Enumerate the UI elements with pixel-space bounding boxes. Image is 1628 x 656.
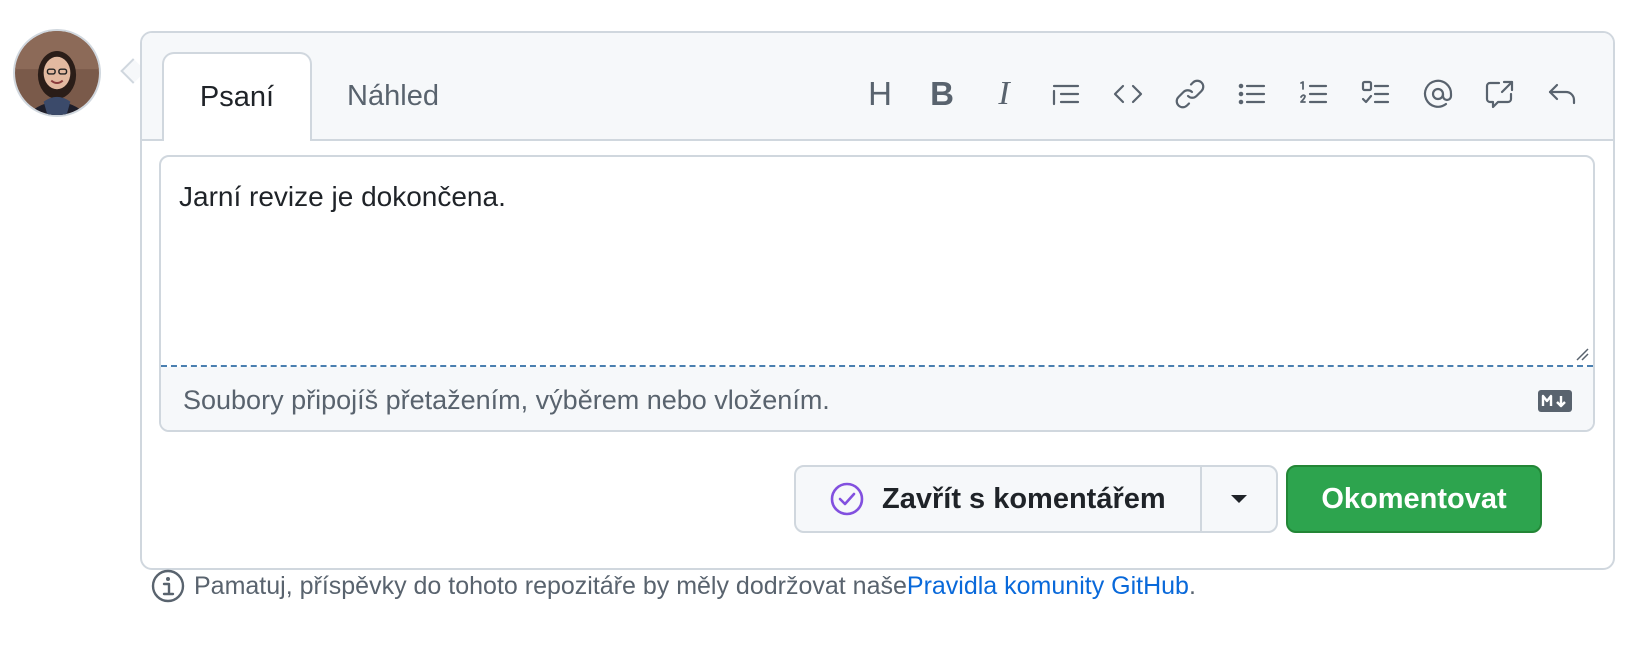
comment-button[interactable]: Okomentovat bbox=[1286, 465, 1542, 533]
close-options-dropdown[interactable] bbox=[1202, 467, 1276, 531]
markdown-icon[interactable] bbox=[1537, 389, 1573, 413]
heading-icon[interactable]: H bbox=[849, 69, 911, 119]
comment-textarea[interactable]: Jarní revize je dokončena. bbox=[161, 157, 1593, 365]
ordered-list-icon[interactable] bbox=[1283, 69, 1345, 119]
issue-closed-icon bbox=[830, 482, 864, 516]
italic-icon[interactable]: I bbox=[973, 69, 1035, 119]
close-with-comment-label: Zavřít s komentářem bbox=[882, 482, 1166, 515]
community-note-text: Pamatuj, příspěvky do tohoto repozitáře … bbox=[194, 571, 907, 600]
avatar-image bbox=[15, 31, 99, 115]
unordered-list-icon[interactable] bbox=[1221, 69, 1283, 119]
link-icon[interactable] bbox=[1159, 69, 1221, 119]
quote-icon[interactable] bbox=[1035, 69, 1097, 119]
caret-down-icon bbox=[1231, 495, 1247, 503]
cross-reference-icon[interactable] bbox=[1469, 69, 1531, 119]
mention-icon[interactable] bbox=[1407, 69, 1469, 119]
community-note: Pamatuj, příspěvky do tohoto repozitáře … bbox=[150, 568, 1196, 604]
close-with-comment-main[interactable]: Zavřít s komentářem bbox=[796, 467, 1202, 531]
attach-hint: Soubory připojíš přetažením, výběrem neb… bbox=[183, 385, 830, 415]
community-guidelines-link[interactable]: Pravidla komunity GitHub bbox=[907, 572, 1189, 601]
info-icon bbox=[151, 569, 185, 603]
community-note-suffix: . bbox=[1188, 571, 1196, 600]
avatar[interactable] bbox=[13, 29, 101, 117]
close-with-comment-button[interactable]: Zavřít s komentářem bbox=[794, 465, 1278, 533]
attach-bar[interactable]: Soubory připojíš přetažením, výběrem neb… bbox=[161, 367, 1593, 430]
reply-icon[interactable] bbox=[1531, 69, 1593, 119]
comment-editor: Jarní revize je dokončena. Soubory připo… bbox=[159, 155, 1595, 432]
comment-box: Psaní Náhled H B I Jarní revize je dokon… bbox=[140, 31, 1615, 570]
bold-icon[interactable]: B bbox=[911, 69, 973, 119]
tab-write[interactable]: Psaní bbox=[162, 52, 312, 141]
formatting-toolbar: H B I bbox=[849, 69, 1593, 119]
task-list-icon[interactable] bbox=[1345, 69, 1407, 119]
tab-preview[interactable]: Náhled bbox=[318, 52, 468, 141]
resize-handle-icon[interactable] bbox=[1575, 347, 1589, 361]
code-icon[interactable] bbox=[1097, 69, 1159, 119]
editor-header: Psaní Náhled H B I bbox=[142, 33, 1613, 141]
